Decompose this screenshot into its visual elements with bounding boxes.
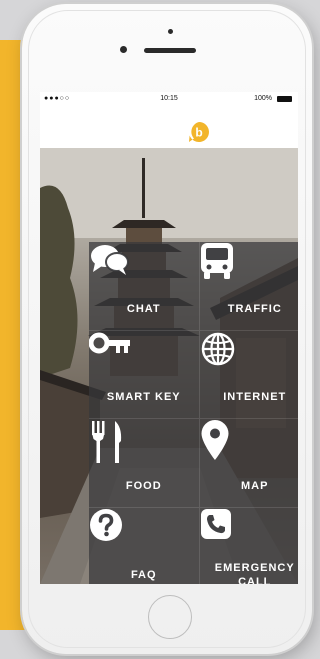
faq-label: FAQ [130,568,157,581]
internet-tile[interactable]: INTERNET [199,331,298,419]
phone-frame: ●●●○○ 10:15 100% b CHAT TRAFFIC SMART KE… [22,4,312,654]
battery-icon [277,96,292,102]
proximity-sensor [168,29,173,34]
emergency-label-line1: EMERGENCY [214,561,295,574]
map-tile[interactable]: MAP [199,419,298,508]
app-logo-letter: b [195,126,202,140]
key-icon [89,332,164,384]
bus-icon [200,243,275,296]
smart-key-label: SMART KEY [106,391,181,404]
menu-grid: CHAT TRAFFIC SMART KEY INTERNET FOOD MAP… [89,242,298,584]
emergency-label-line2: CALL [238,575,272,584]
status-bar: ●●●○○ 10:15 100% [40,92,298,106]
front-camera [120,46,127,53]
map-label: MAP [241,479,269,492]
map-pin-icon [201,420,275,473]
chat-tile[interactable]: CHAT [89,242,200,331]
phone-screen: ●●●○○ 10:15 100% b CHAT TRAFFIC SMART KE… [40,92,298,584]
app-header: b [40,106,298,148]
battery-percent: 100% [254,95,272,102]
background-photo: CHAT TRAFFIC SMART KEY INTERNET FOOD MAP… [40,148,298,584]
fork-knife-icon [92,421,164,473]
phone-icon [200,508,275,555]
emergency-call-label: EMERGENCY CALL [215,561,295,584]
question-icon [90,508,164,562]
earpiece-speaker [144,48,196,53]
chat-label: CHAT [126,302,161,315]
food-label: FOOD [125,479,162,492]
internet-label: INTERNET [223,391,287,404]
emergency-call-tile[interactable]: EMERGENCY CALL [200,508,299,584]
app-logo-icon: b [189,122,209,142]
chat-icon [91,245,164,296]
food-tile[interactable]: FOOD [89,419,200,508]
faq-tile[interactable]: FAQ [89,507,200,584]
globe-icon [201,332,275,384]
smart-key-tile[interactable]: SMART KEY [89,330,200,419]
traffic-label: TRAFFIC [227,302,282,315]
home-button[interactable] [148,595,192,639]
traffic-tile[interactable]: TRAFFIC [199,242,298,331]
